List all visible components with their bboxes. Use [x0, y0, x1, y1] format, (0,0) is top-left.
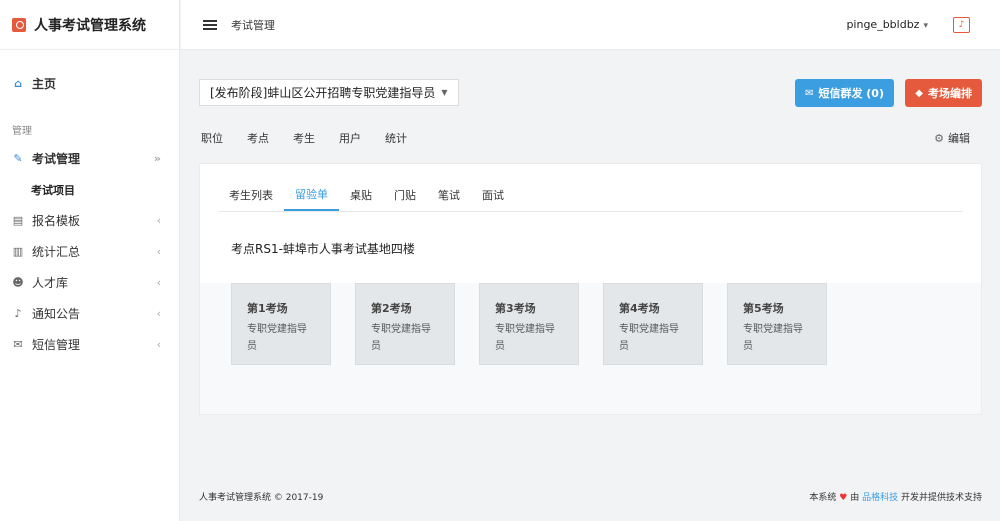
- envelope-icon: ✉: [13, 338, 23, 351]
- room-position: 专职党建指导员: [371, 324, 431, 352]
- company-link[interactable]: 品格科技: [862, 493, 898, 503]
- sidebar-item-sms[interactable]: ✉ 短信管理 ‹: [0, 329, 179, 360]
- chevron-left-icon: ‹: [156, 245, 161, 258]
- footer-credit-by: 由: [850, 493, 860, 503]
- id-card-icon: ▤: [12, 214, 24, 227]
- chevron-left-icon: ‹: [156, 338, 161, 351]
- sidebar-item-label: 主页: [32, 76, 57, 91]
- user-menu[interactable]: pinge_bbldbz ▾: [846, 18, 928, 31]
- app-title: 人事考试管理系统: [34, 17, 146, 34]
- users-icon: ☻: [12, 276, 24, 289]
- gear-icon: ⚙: [934, 132, 944, 145]
- heart-icon: ♥: [839, 493, 848, 503]
- room-position: 专职党建指导员: [619, 324, 679, 352]
- footer-credit-prefix: 本系统: [809, 493, 837, 503]
- sidebar-item-label: 统计汇总: [32, 245, 81, 259]
- tab-candidate-list[interactable]: 考生列表: [218, 178, 284, 211]
- brand[interactable]: 人事考试管理系统: [0, 0, 179, 50]
- room-position: 专职党建指导员: [495, 324, 555, 352]
- topbar: 考试管理 pinge_bbldbz ▾ ♪: [181, 0, 1000, 50]
- chevron-left-icon: ‹: [156, 214, 161, 227]
- tab-door-label[interactable]: 门贴: [383, 178, 427, 211]
- bell-icon: ♪: [14, 307, 22, 320]
- room-name: 第4考场: [619, 302, 660, 315]
- sidebar-item-registration-template[interactable]: ▤ 报名模板 ‹: [0, 205, 179, 236]
- edit-label: 编辑: [948, 132, 970, 145]
- tab-desk-label[interactable]: 桌贴: [339, 178, 383, 211]
- tab-interview[interactable]: 面试: [471, 178, 515, 211]
- room-name: 第5考场: [743, 302, 784, 315]
- sidebar-item-statistics[interactable]: ▥ 统计汇总 ‹: [0, 236, 179, 267]
- room-card[interactable]: 第5考场 专职党建指导员: [727, 283, 827, 365]
- room-position: 专职党建指导员: [743, 324, 803, 352]
- tab-check-sheet[interactable]: 留验单: [284, 178, 339, 211]
- home-icon: ⌂: [14, 76, 22, 90]
- tab-position[interactable]: 职位: [199, 130, 225, 146]
- rooms-container: 第1考场 专职党建指导员 第2考场 专职党建指导员 第3考场 专职党建指导员 第…: [200, 283, 981, 414]
- username: pinge_bbldbz: [846, 18, 920, 31]
- room-card[interactable]: 第4考场 专职党建指导员: [603, 283, 703, 365]
- top-tabs: 职位 考点 考生 用户 统计 ⚙ 编辑: [199, 127, 982, 149]
- sidebar-item-talent-pool[interactable]: ☻ 人才库 ‹: [0, 267, 179, 298]
- room-card[interactable]: 第3考场 专职党建指导员: [479, 283, 579, 365]
- exam-site-title: 考点RS1-蚌埠市人事考试基地四楼: [231, 242, 415, 256]
- footer-copyright: 人事考试管理系统 © 2017-19: [199, 493, 324, 503]
- sidebar-item-label: 短信管理: [32, 338, 81, 352]
- breadcrumb: 考试管理: [231, 18, 275, 32]
- envelope-icon: ✉: [805, 87, 814, 99]
- exam-select-value: [发布阶段]蚌山区公开招聘专职党建指导员: [210, 86, 436, 100]
- room-list: 第1考场 专职党建指导员 第2考场 专职党建指导员 第3考场 专职党建指导员 第…: [231, 283, 827, 365]
- content-panel: 考生列表 留验单 桌贴 门贴 笔试 面试 考点RS1-蚌埠市人事考试基地四楼 第…: [199, 163, 982, 415]
- notification-bell-icon[interactable]: ♪: [953, 17, 970, 33]
- chevron-left-icon: ‹: [156, 276, 161, 289]
- edit-button[interactable]: ⚙ 编辑: [934, 130, 970, 146]
- tab-user[interactable]: 用户: [337, 130, 363, 146]
- sidebar-item-notices[interactable]: ♪ 通知公告 ‹: [0, 298, 179, 329]
- chevron-left-icon: ‹: [156, 307, 161, 320]
- sidebar-section-label: 管理: [12, 126, 32, 137]
- sidebar-item-label: 人才库: [32, 276, 69, 290]
- sidebar: 人事考试管理系统 ⌂ 主页 管理 ✎ 考试管理 » 考试项目 ▤ 报名模板 ‹ …: [0, 0, 180, 521]
- chevron-double-down-icon: »: [153, 152, 161, 165]
- tab-candidate[interactable]: 考生: [291, 130, 317, 146]
- room-name: 第2考场: [371, 302, 412, 315]
- tab-exam-site[interactable]: 考点: [245, 130, 271, 146]
- tab-statistics[interactable]: 统计: [383, 130, 409, 146]
- footer-credit-suffix: 开发并提供技术支持: [900, 493, 982, 503]
- sms-broadcast-label: 短信群发 (0): [818, 87, 884, 100]
- edit-icon: ✎: [13, 152, 23, 165]
- sms-broadcast-button[interactable]: ✉ 短信群发 (0): [795, 79, 894, 107]
- room-name: 第1考场: [247, 302, 288, 315]
- bar-chart-icon: ▥: [12, 245, 24, 258]
- room-name: 第3考场: [495, 302, 536, 315]
- sidebar-item-exam-management[interactable]: ✎ 考试管理 »: [0, 143, 179, 174]
- footer-credit: 本系统 ♥ 由 品格科技 开发并提供技术支持: [809, 490, 982, 503]
- sidebar-item-label: 考试管理: [32, 152, 81, 166]
- app-logo-icon: [12, 17, 26, 32]
- sidebar-item-label: 通知公告: [32, 307, 81, 321]
- main-content: [发布阶段]蚌山区公开招聘专职党建指导员 ▼ ✉ 短信群发 (0) ◆ 考场编排…: [181, 51, 1000, 521]
- sidebar-subitem-exam-project[interactable]: 考试项目: [0, 174, 179, 205]
- sidebar-nav: ⌂ 主页 管理 ✎ 考试管理 » 考试项目 ▤ 报名模板 ‹ ▥ 统计汇总 ‹ …: [0, 50, 179, 360]
- cube-icon: ◆: [915, 87, 923, 99]
- room-card[interactable]: 第1考场 专职党建指导员: [231, 283, 331, 365]
- sub-tabs: 考生列表 留验单 桌贴 门贴 笔试 面试: [218, 179, 963, 212]
- sidebar-item-label: 报名模板: [32, 214, 81, 228]
- room-position: 专职党建指导员: [247, 324, 307, 352]
- tab-written-exam[interactable]: 笔试: [427, 178, 471, 211]
- room-arrange-label: 考场编排: [928, 87, 972, 100]
- exam-select[interactable]: [发布阶段]蚌山区公开招聘专职党建指导员 ▼: [199, 79, 459, 106]
- header-row: [发布阶段]蚌山区公开招聘专职党建指导员 ▼ ✉ 短信群发 (0) ◆ 考场编排: [199, 79, 982, 107]
- room-card[interactable]: 第2考场 专职党建指导员: [355, 283, 455, 365]
- chevron-down-icon: ▾: [923, 21, 928, 31]
- caret-down-icon: ▼: [441, 88, 448, 97]
- sidebar-item-home[interactable]: ⌂ 主页: [0, 70, 179, 96]
- menu-toggle-icon[interactable]: [203, 19, 217, 30]
- room-arrange-button[interactable]: ◆ 考场编排: [905, 79, 982, 107]
